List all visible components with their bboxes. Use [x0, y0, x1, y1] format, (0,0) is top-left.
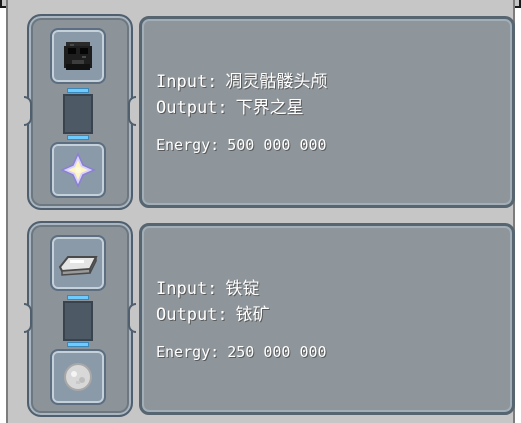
- recipe-connector: [63, 293, 93, 349]
- input-value: 凋灵骷髅头颅: [225, 72, 328, 92]
- nether-star-icon: [56, 148, 100, 192]
- energy-value: 250 000 000: [227, 343, 327, 361]
- connector-bar: [63, 94, 93, 134]
- connector-glow-top: [67, 295, 89, 300]
- input-value: 铁锭: [225, 279, 260, 299]
- connector-glow-top: [67, 88, 89, 93]
- output-value: 铱矿: [235, 305, 270, 325]
- iron-ingot-icon: [56, 241, 100, 285]
- energy-line: Energy: 500 000 000: [156, 134, 327, 156]
- energy-line: Energy: 250 000 000: [156, 341, 327, 363]
- connector-glow-bottom: [67, 342, 89, 347]
- input-item-slot[interactable]: [50, 235, 106, 291]
- output-label: Output:: [156, 98, 228, 118]
- input-label: Input:: [156, 279, 218, 299]
- iridium-ore-icon: [56, 355, 100, 399]
- energy-label: Energy:: [156, 136, 220, 154]
- energy-label: Energy:: [156, 343, 220, 361]
- connector-glow-bottom: [67, 135, 89, 140]
- recipe-item-column: [24, 14, 136, 210]
- input-item-slot[interactable]: [50, 28, 106, 84]
- input-line: Input: 凋灵骷髅头颅: [156, 71, 327, 93]
- output-value: 下界之星: [235, 98, 304, 118]
- input-label: Input:: [156, 72, 218, 92]
- recipe-list-frame: Input: 凋灵骷髅头颅 Output: 下界之星 Energy: 500 000 …: [6, 0, 515, 423]
- recipe-info-panel: Input: 铁锭 Output: 铱矿 Energy: 250 000 000: [139, 223, 515, 415]
- output-label: Output:: [156, 305, 228, 325]
- output-line: Output: 铱矿: [156, 304, 270, 326]
- output-item-slot[interactable]: [50, 349, 106, 405]
- recipe-item-column: [24, 221, 136, 417]
- output-line: Output: 下界之星: [156, 97, 304, 119]
- connector-bar: [63, 301, 93, 341]
- recipe-info-panel: Input: 凋灵骷髅头颅 Output: 下界之星 Energy: 500 000 …: [139, 16, 515, 208]
- wither-skeleton-skull-icon: [56, 34, 100, 78]
- energy-value: 500 000 000: [227, 136, 327, 154]
- output-item-slot[interactable]: [50, 142, 106, 198]
- recipe-connector: [63, 86, 93, 142]
- input-line: Input: 铁锭: [156, 278, 259, 300]
